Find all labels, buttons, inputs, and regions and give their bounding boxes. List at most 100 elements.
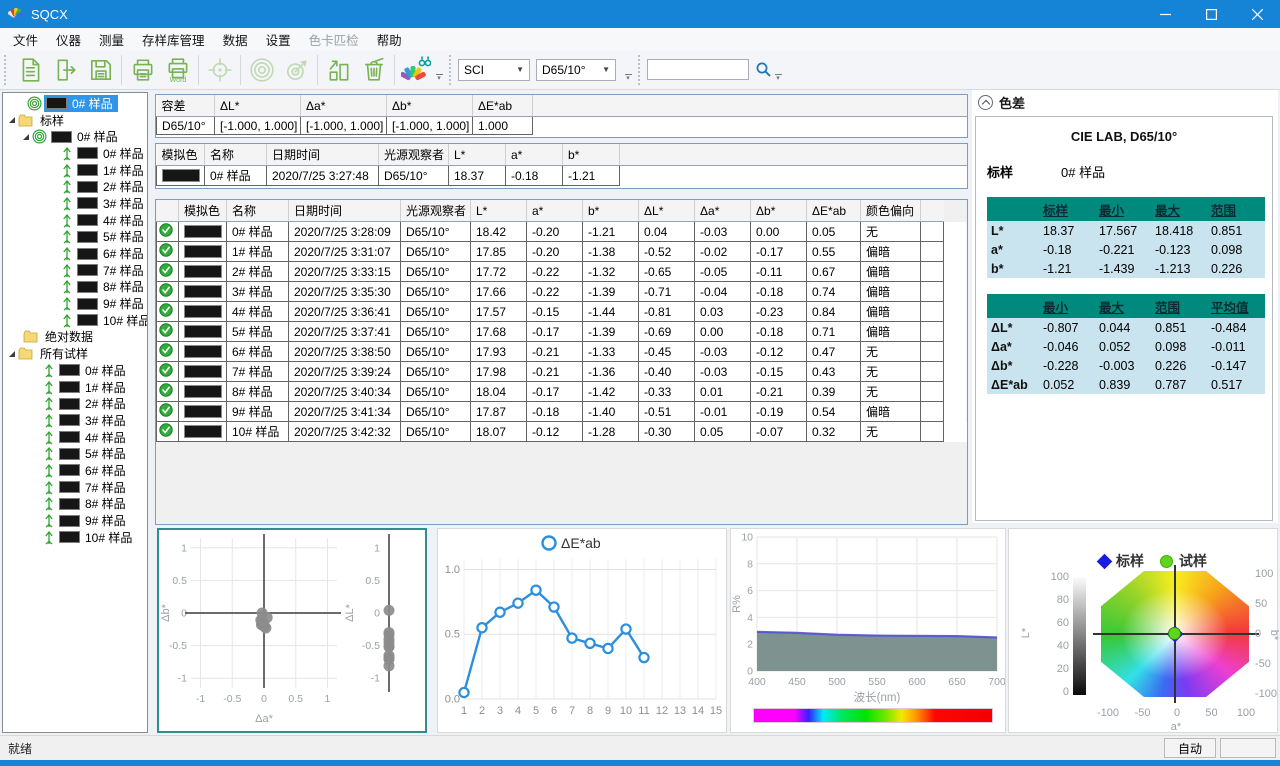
circle-marker-icon bbox=[1160, 555, 1173, 568]
tree-item[interactable]: 10# 样品 bbox=[3, 312, 147, 329]
column-header: Δb* bbox=[751, 200, 807, 222]
tree-item[interactable]: 0# 样品 bbox=[3, 362, 147, 379]
menu-item[interactable]: 文件 bbox=[4, 27, 47, 52]
search-icon[interactable] bbox=[755, 61, 772, 78]
menu-item[interactable]: 帮助 bbox=[368, 27, 411, 52]
minimize-button[interactable] bbox=[1142, 0, 1188, 28]
sample-row[interactable]: 3# 样品2020/7/25 3:35:30D65/10°17.66-0.22-… bbox=[157, 282, 967, 302]
tree-item[interactable]: 7# 样品 bbox=[3, 262, 147, 279]
tree-item[interactable]: 绝对数据 bbox=[3, 329, 147, 346]
collapse-button[interactable] bbox=[978, 95, 993, 110]
toolbar-overflow-icon[interactable]: ▾ bbox=[433, 59, 445, 81]
tree-item[interactable]: 5# 样品 bbox=[3, 229, 147, 246]
export-button[interactable] bbox=[48, 52, 83, 87]
sample-row[interactable]: 8# 样品2020/7/25 3:40:34D65/10°18.04-0.17-… bbox=[157, 382, 967, 402]
tree-item[interactable]: 10# 样品 bbox=[3, 529, 147, 546]
color-match-button[interactable] bbox=[398, 52, 433, 87]
simulated-color-cell bbox=[179, 342, 227, 362]
target-arrow-button bbox=[279, 52, 314, 87]
tree-item[interactable]: 2# 样品 bbox=[3, 395, 147, 412]
tree-item[interactable]: 3# 样品 bbox=[3, 412, 147, 429]
print-button[interactable] bbox=[125, 52, 160, 87]
cell: 0.55 bbox=[807, 242, 861, 262]
cell: 17.85 bbox=[471, 242, 527, 262]
tree-item[interactable]: 0# 样品 bbox=[3, 128, 147, 145]
menu-item[interactable]: 测量 bbox=[90, 27, 133, 52]
sample-row[interactable]: 10# 样品2020/7/25 3:42:32D65/10°18.07-0.12… bbox=[157, 422, 967, 442]
tree-item[interactable]: 8# 样品 bbox=[3, 496, 147, 513]
tree-item[interactable]: 1# 样品 bbox=[3, 379, 147, 396]
simulated-color-cell bbox=[179, 282, 227, 302]
svg-text:4: 4 bbox=[515, 705, 521, 717]
cell: -0.04 bbox=[695, 282, 751, 302]
stat-value: 0.851 bbox=[1151, 318, 1207, 337]
close-button[interactable] bbox=[1234, 0, 1280, 28]
tree-item[interactable]: 9# 样品 bbox=[3, 512, 147, 529]
tree-item[interactable]: 所有试样 bbox=[3, 345, 147, 362]
toolbar-overflow-icon[interactable]: ▾ bbox=[772, 59, 784, 81]
svg-text:-0.5: -0.5 bbox=[223, 693, 241, 705]
cell-fill bbox=[944, 262, 967, 282]
menu-item[interactable]: 设置 bbox=[257, 27, 300, 52]
column-header-fill bbox=[921, 200, 944, 222]
auto-button[interactable]: 自动 bbox=[1164, 738, 1216, 758]
menu-item[interactable]: 存样库管理 bbox=[133, 27, 214, 52]
sample-row[interactable]: 9# 样品2020/7/25 3:41:34D65/10°17.87-0.18-… bbox=[157, 402, 967, 422]
circles-icon bbox=[32, 129, 47, 144]
lab-stats-table: 标样最小最大范围L*18.3717.56718.4180.851a*-0.18-… bbox=[987, 197, 1265, 278]
expander-icon[interactable] bbox=[9, 351, 15, 357]
chart-button[interactable] bbox=[321, 52, 356, 87]
illuminant-combo[interactable]: D65/10°▼ bbox=[536, 59, 616, 81]
expander-icon[interactable] bbox=[9, 117, 15, 123]
tree-item[interactable]: 6# 样品 bbox=[3, 245, 147, 262]
sample-row[interactable]: 7# 样品2020/7/25 3:39:24D65/10°17.98-0.21-… bbox=[157, 362, 967, 382]
tree-item[interactable]: 0# 样品 bbox=[3, 95, 147, 112]
toolbar-grip bbox=[4, 55, 9, 85]
sample-row[interactable]: 0# 样品2020/7/25 3:28:09D65/10°18.42-0.20-… bbox=[157, 222, 967, 242]
tree-item[interactable]: 标样 bbox=[3, 112, 147, 129]
sample-row[interactable]: 4# 样品2020/7/25 3:36:41D65/10°17.57-0.15-… bbox=[157, 302, 967, 322]
save-button[interactable] bbox=[83, 52, 118, 87]
column-header: L* bbox=[449, 144, 506, 166]
tree-item[interactable]: 4# 样品 bbox=[3, 429, 147, 446]
tree-item[interactable]: 7# 样品 bbox=[3, 479, 147, 496]
sample-row[interactable]: 6# 样品2020/7/25 3:38:50D65/10°17.93-0.21-… bbox=[157, 342, 967, 362]
cell: 1# 样品 bbox=[227, 242, 289, 262]
reflectance-chart: 0246810400450500550600650700波长(nm)R% bbox=[731, 529, 1005, 705]
toolbar-overflow-icon[interactable]: ▾ bbox=[622, 59, 634, 81]
cell: -0.18 bbox=[751, 282, 807, 302]
sample-row[interactable]: 1# 样品2020/7/25 3:31:07D65/10°17.85-0.20-… bbox=[157, 242, 967, 262]
new-document-button[interactable] bbox=[13, 52, 48, 87]
tolerance-row[interactable]: D65/10°[-1.000, 1.000][-1.000, 1.000][-1… bbox=[157, 117, 968, 135]
print-word-button[interactable]: Word bbox=[160, 52, 195, 87]
search-input[interactable] bbox=[647, 59, 749, 80]
stat-value: 0.851 bbox=[1207, 221, 1265, 240]
expander-icon[interactable] bbox=[23, 134, 29, 140]
cell-fill bbox=[533, 117, 968, 135]
menu-item[interactable]: 仪器 bbox=[47, 27, 90, 52]
tree-item[interactable]: 1# 样品 bbox=[3, 162, 147, 179]
tree-item[interactable]: 6# 样品 bbox=[3, 462, 147, 479]
menu-item[interactable]: 数据 bbox=[214, 27, 257, 52]
color-swatch bbox=[59, 498, 80, 510]
mode-combo[interactable]: SCI▼ bbox=[458, 59, 530, 81]
cell: 18.07 bbox=[471, 422, 527, 442]
color-swatch bbox=[59, 364, 80, 376]
tree-item[interactable]: 8# 样品 bbox=[3, 279, 147, 296]
menubar: 文件仪器测量存样库管理数据设置色卡匹检帮助 bbox=[0, 28, 1280, 50]
delete-button[interactable] bbox=[356, 52, 391, 87]
tree-item[interactable]: 2# 样品 bbox=[3, 178, 147, 195]
standard-row[interactable]: 0# 样品2020/7/25 3:27:48D65/10°18.37-0.18-… bbox=[157, 166, 968, 186]
tree-item[interactable]: 0# 样品 bbox=[3, 145, 147, 162]
tree-item[interactable]: 9# 样品 bbox=[3, 295, 147, 312]
tree-item-label: 0# 样品 bbox=[74, 128, 121, 145]
ab-scatter-chart-panel: -1-1-0.5-0.5000.50.511Δa*Δb*10.50-0.5-1Δ… bbox=[157, 528, 427, 733]
tree-item[interactable]: 5# 样品 bbox=[3, 445, 147, 462]
maximize-button[interactable] bbox=[1188, 0, 1234, 28]
tree-item[interactable]: 4# 样品 bbox=[3, 212, 147, 229]
cell: D65/10° bbox=[379, 166, 449, 186]
sample-row[interactable]: 5# 样品2020/7/25 3:37:41D65/10°17.68-0.17-… bbox=[157, 322, 967, 342]
stat-value: 0.226 bbox=[1151, 356, 1207, 375]
tree-item[interactable]: 3# 样品 bbox=[3, 195, 147, 212]
sample-row[interactable]: 2# 样品2020/7/25 3:33:15D65/10°17.72-0.22-… bbox=[157, 262, 967, 282]
